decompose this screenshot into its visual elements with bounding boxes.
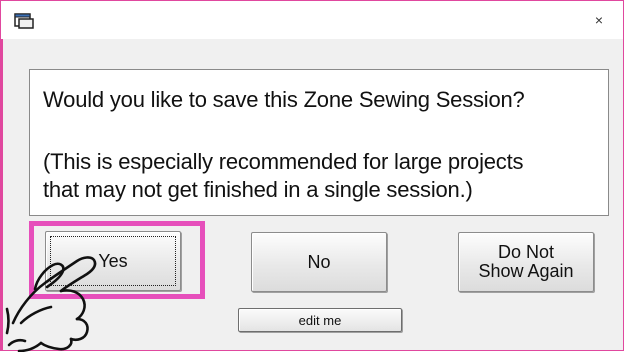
- no-button[interactable]: No: [251, 232, 387, 292]
- edit-me-button[interactable]: edit me: [238, 308, 402, 332]
- title-bar: ×: [1, 1, 623, 39]
- window-app-icon: [14, 13, 34, 29]
- no-button-label: No: [307, 251, 331, 272]
- question-text: Would you like to save this Zone Sewing …: [43, 87, 525, 112]
- dialog-window: × Would you like to save this Zone Sewin…: [0, 0, 624, 352]
- detail-text-line1: (This is especially recommended for larg…: [43, 149, 524, 174]
- do-not-show-again-button[interactable]: Do Not Show Again: [458, 232, 594, 292]
- close-icon[interactable]: ×: [589, 9, 609, 31]
- do-not-show-again-line2: Show Again: [478, 261, 574, 281]
- pointing-hand-icon: [5, 256, 97, 352]
- message-panel: Would you like to save this Zone Sewing …: [29, 69, 609, 216]
- do-not-show-again-line1: Do Not: [497, 242, 554, 263]
- edit-me-label: edit me: [298, 312, 342, 328]
- detail-text-line2: that may not get finished in a single se…: [43, 177, 473, 202]
- do-not-show-again-label: Do Not Show Again: [478, 243, 573, 281]
